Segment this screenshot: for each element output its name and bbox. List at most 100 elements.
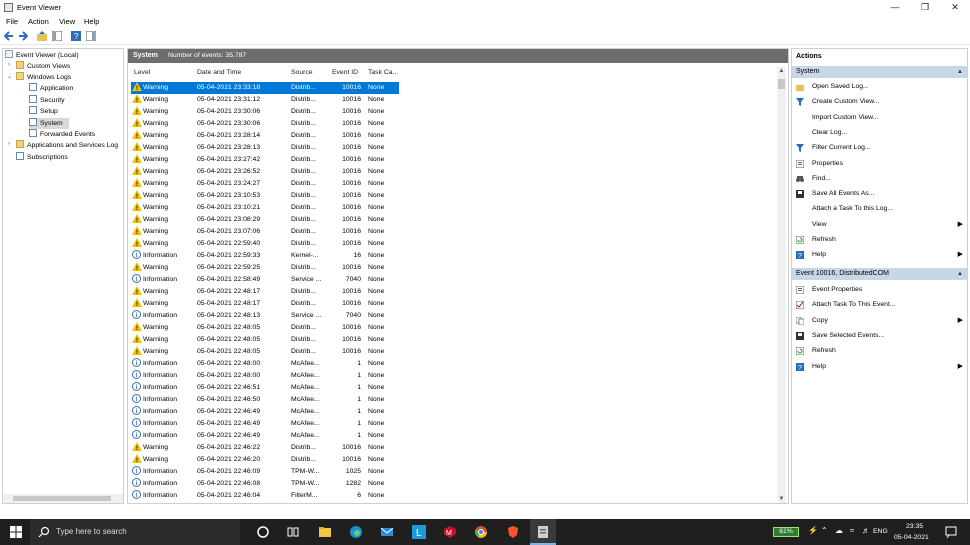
event-row[interactable]: Warning 05-04-2021 22:46:20 Distrib... 1001… [131, 454, 776, 467]
chevron-up-icon[interactable]: ⌃ [821, 526, 828, 535]
battery-indicator[interactable]: 61% [773, 527, 799, 537]
clock-time[interactable]: 23:35 [906, 523, 923, 530]
action-find[interactable]: Find... [792, 172, 967, 186]
event-row[interactable]: Warning 05-04-2021 23:10:21 Distrib... 1001… [131, 202, 776, 215]
column-header-date[interactable]: Date and Time [197, 69, 241, 76]
wifi-icon[interactable]: ≈ [850, 526, 854, 535]
event-row[interactable]: Warning 05-04-2021 23:28:13 Distrib... 1001… [131, 142, 776, 155]
event-row[interactable]: Information 05-04-2021 22:46:08 TPM-W... 12… [131, 478, 776, 490]
file-explorer-icon[interactable] [318, 525, 332, 539]
event-row[interactable]: Information 05-04-2021 22:46:09 TPM-W... 10… [131, 466, 776, 478]
event-viewer-taskbar-button[interactable] [530, 519, 556, 545]
tree-item-application[interactable]: Application [29, 83, 73, 94]
action-help[interactable]: ? Help ▶ [792, 248, 967, 262]
event-row[interactable]: Warning 05-04-2021 23:10:53 Distrib... 1001… [131, 190, 776, 203]
chevron-right-icon[interactable]: › [8, 62, 10, 68]
event-row[interactable]: Information 05-04-2021 22:48:00 McAfee... 1… [131, 358, 776, 370]
action-save-all-events-as[interactable]: Save All Events As... [792, 187, 967, 201]
event-row[interactable]: Warning 05-04-2021 23:27:42 Distrib... 1001… [131, 154, 776, 167]
tree-item-security[interactable]: Security [29, 94, 65, 106]
collapse-icon[interactable]: ▲ [957, 268, 963, 280]
event-row[interactable]: Information 05-04-2021 22:46:49 McAfee... 1… [131, 430, 776, 442]
event-row[interactable]: Information 05-04-2021 22:46:49 McAfee... 1… [131, 418, 776, 430]
action-attach-a-task-to-this-log[interactable]: Attach a Task To this Log... [792, 202, 967, 216]
menu-file[interactable]: File [6, 17, 18, 26]
maximize-button[interactable]: ❐ [910, 0, 940, 15]
mcafee-icon[interactable]: M [443, 525, 457, 539]
action-open-saved-log[interactable]: Open Saved Log... [792, 80, 967, 94]
up-folder-icon[interactable] [37, 31, 47, 41]
event-row[interactable]: Information 05-04-2021 22:46:51 McAfee... 1… [131, 382, 776, 394]
event-row[interactable]: Warning 05-04-2021 22:48:17 Distrib... 1001… [131, 298, 776, 311]
event-row[interactable]: Warning 05-04-2021 23:30:06 Distrib... 1001… [131, 118, 776, 131]
action-clear-log[interactable]: Clear Log... [792, 126, 967, 140]
tree-item-custom-views[interactable]: Custom Views [16, 61, 70, 72]
help-toolbar-icon[interactable]: ? [71, 31, 81, 41]
event-row[interactable]: Warning 05-04-2021 23:33:18 Distrib... 1001… [131, 82, 776, 95]
scroll-up-icon[interactable]: ▲ [777, 68, 786, 74]
action-save-selected-events[interactable]: Save Selected Events... [792, 329, 967, 343]
event-row[interactable]: Warning 05-04-2021 23:26:52 Distrib... 1001… [131, 166, 776, 179]
scrollbar-thumb[interactable] [13, 496, 111, 501]
tree-root[interactable]: Event Viewer (Local) [5, 50, 79, 61]
mail-icon[interactable] [380, 525, 394, 539]
event-row[interactable]: Information 05-04-2021 22:46:49 McAfee... 1… [131, 406, 776, 418]
actions-section-system[interactable]: System ▲ [792, 66, 967, 78]
show-hide-tree-icon[interactable] [52, 31, 62, 41]
tree-item-subscriptions[interactable]: Subscriptions [16, 151, 68, 163]
windows-start-icon[interactable] [9, 525, 23, 539]
taskbar-search-box[interactable]: Type here to search [30, 519, 240, 545]
event-row[interactable]: Information 05-04-2021 22:58:49 Service ..… [131, 274, 776, 286]
event-list-vertical-scrollbar[interactable]: ▲ ▼ [777, 67, 786, 503]
action-create-custom-view[interactable]: Create Custom View... [792, 95, 967, 109]
event-row[interactable]: Warning 05-04-2021 22:46:22 Distrib... 1001… [131, 442, 776, 455]
event-row[interactable]: Warning 05-04-2021 23:07:06 Distrib... 1001… [131, 226, 776, 239]
event-row[interactable]: Warning 05-04-2021 23:31:12 Distrib... 1001… [131, 94, 776, 107]
event-row[interactable]: Information 05-04-2021 22:46:04 FilterM...… [131, 490, 776, 502]
tree-item-setup[interactable]: Setup [29, 106, 58, 117]
event-row[interactable]: Warning 05-04-2021 23:28:14 Distrib... 1001… [131, 130, 776, 143]
cloud-icon[interactable]: ☁ [835, 526, 843, 535]
scroll-down-icon[interactable]: ▼ [777, 496, 786, 502]
actions-section-event[interactable]: Event 10016, DistributedCOM ▲ [792, 268, 967, 280]
event-row[interactable]: Warning 05-04-2021 22:59:25 Distrib... 1001… [131, 262, 776, 275]
tree-item-system[interactable]: System [29, 117, 69, 129]
task-view-icon[interactable] [286, 525, 300, 539]
action-view[interactable]: View ▶ [792, 218, 967, 232]
tree-item-applications-services[interactable]: Applications and Services Log [16, 140, 118, 151]
language-indicator[interactable]: ENG [873, 528, 888, 535]
event-row[interactable]: Warning 05-04-2021 23:24:27 Distrib... 1001… [131, 178, 776, 191]
event-row[interactable]: Warning 05-04-2021 22:48:05 Distrib... 1001… [131, 346, 776, 359]
action-import-custom-view[interactable]: Import Custom View... [792, 111, 967, 125]
event-row[interactable]: Warning 05-04-2021 22:59:40 Distrib... 1001… [131, 238, 776, 251]
event-row[interactable]: Warning 05-04-2021 23:30:06 Distrib... 1001… [131, 106, 776, 119]
menu-help[interactable]: Help [84, 17, 99, 26]
action-properties[interactable]: Properties [792, 157, 967, 171]
tree-horizontal-scrollbar[interactable] [3, 494, 123, 503]
volume-icon[interactable]: ♬ [862, 526, 870, 535]
chrome-icon[interactable] [474, 525, 488, 539]
event-row[interactable]: Information 05-04-2021 22:48:00 McAfee... 1… [131, 370, 776, 382]
menu-action[interactable]: Action [28, 17, 49, 26]
menu-view[interactable]: View [59, 17, 75, 26]
brave-icon[interactable] [506, 525, 520, 539]
tree-item-forwarded-events[interactable]: Forwarded Events [29, 129, 95, 140]
action-event-properties[interactable]: Event Properties [792, 283, 967, 297]
action-help[interactable]: ? Help ▶ [792, 360, 967, 374]
event-row[interactable]: Warning 05-04-2021 23:08:29 Distrib... 1001… [131, 214, 776, 227]
event-row[interactable]: Warning 05-04-2021 22:48:17 Distrib... 1001… [131, 286, 776, 299]
column-header-source[interactable]: Source [291, 69, 313, 76]
close-button[interactable]: ✕ [940, 0, 970, 15]
back-arrow-icon[interactable] [4, 31, 14, 41]
notifications-icon[interactable] [944, 525, 958, 539]
event-row[interactable]: Information 05-04-2021 22:48:13 Service ..… [131, 310, 776, 322]
column-header-level[interactable]: Level [134, 69, 150, 76]
chevron-right-icon[interactable]: › [8, 141, 10, 147]
action-refresh[interactable]: Refresh [792, 344, 967, 358]
action-filter-current-log[interactable]: Filter Current Log... [792, 141, 967, 155]
minimize-button[interactable]: — [880, 0, 910, 15]
column-header-event-id[interactable]: Event ID [332, 69, 358, 76]
column-header-task-category[interactable]: Task Ca... [368, 69, 398, 76]
forward-arrow-icon[interactable] [18, 31, 28, 41]
event-row[interactable]: Information 05-04-2021 22:59:33 Kernel-...… [131, 250, 776, 262]
